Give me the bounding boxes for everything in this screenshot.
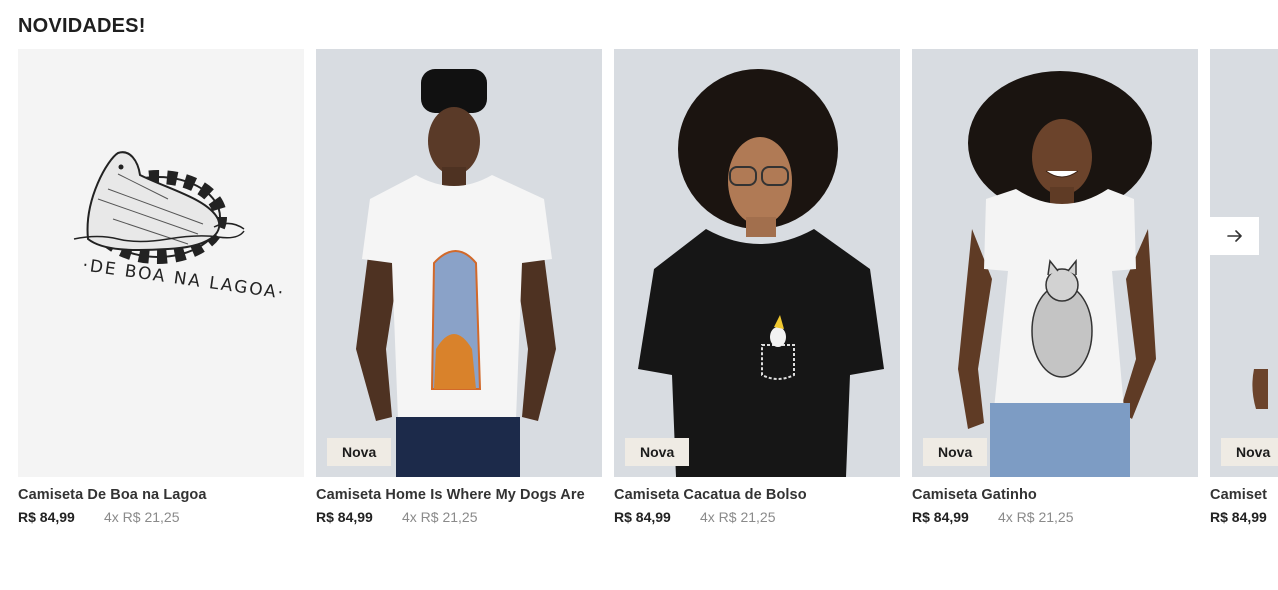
arrow-right-icon bbox=[1226, 230, 1242, 242]
product-card[interactable]: Nova Camiset R$ 84,99 bbox=[1210, 49, 1278, 539]
model-photo bbox=[1210, 49, 1278, 477]
product-installments: 4x R$ 21,25 bbox=[998, 509, 1074, 525]
new-badge: Nova bbox=[625, 438, 690, 466]
product-card[interactable]: Nova Camiseta Gatinho R$ 84,99 4x R$ 21,… bbox=[912, 49, 1198, 539]
product-name[interactable]: Camiseta De Boa na Lagoa bbox=[18, 487, 318, 503]
lagoa-illustration: ·DE BOA NA LAGOA· bbox=[18, 49, 304, 477]
product-image[interactable]: ·DE BOA NA LAGOA· bbox=[18, 49, 304, 477]
section-title: NOVIDADES! bbox=[18, 15, 146, 37]
product-installments: 4x R$ 21,25 bbox=[402, 509, 478, 525]
product-price: R$ 84,99 bbox=[316, 509, 373, 525]
model-photo bbox=[614, 49, 900, 477]
product-image[interactable]: Nova bbox=[1210, 49, 1278, 477]
new-badge: Nova bbox=[1221, 438, 1278, 466]
product-price: R$ 84,99 bbox=[614, 509, 671, 525]
product-image[interactable]: Nova bbox=[912, 49, 1198, 477]
product-installments: 4x R$ 21,25 bbox=[104, 509, 180, 525]
carousel-next-button[interactable] bbox=[1210, 217, 1259, 255]
model-photo bbox=[316, 49, 602, 477]
product-card[interactable]: ·DE BOA NA LAGOA· Camiseta De Boa na Lag… bbox=[18, 49, 304, 539]
product-image[interactable]: Nova bbox=[614, 49, 900, 477]
product-price: R$ 84,99 bbox=[18, 509, 75, 525]
model-photo bbox=[912, 49, 1198, 477]
product-price: R$ 84,99 bbox=[912, 509, 969, 525]
product-name[interactable]: Camiseta Cacatua de Bolso bbox=[614, 487, 914, 503]
product-name[interactable]: Camiseta Home Is Where My Dogs Are bbox=[316, 487, 616, 503]
product-name[interactable]: Camiseta Gatinho bbox=[912, 487, 1212, 503]
product-installments: 4x R$ 21,25 bbox=[700, 509, 776, 525]
product-card[interactable]: Nova Camiseta Home Is Where My Dogs Are … bbox=[316, 49, 602, 539]
new-badge: Nova bbox=[923, 438, 988, 466]
product-carousel: ·DE BOA NA LAGOA· Camiseta De Boa na Lag… bbox=[18, 49, 1278, 539]
product-price: R$ 84,99 bbox=[1210, 509, 1267, 525]
product-card[interactable]: Nova Camiseta Cacatua de Bolso R$ 84,99 … bbox=[614, 49, 900, 539]
new-badge: Nova bbox=[327, 438, 392, 466]
product-name[interactable]: Camiset bbox=[1210, 487, 1278, 503]
product-image[interactable]: Nova bbox=[316, 49, 602, 477]
